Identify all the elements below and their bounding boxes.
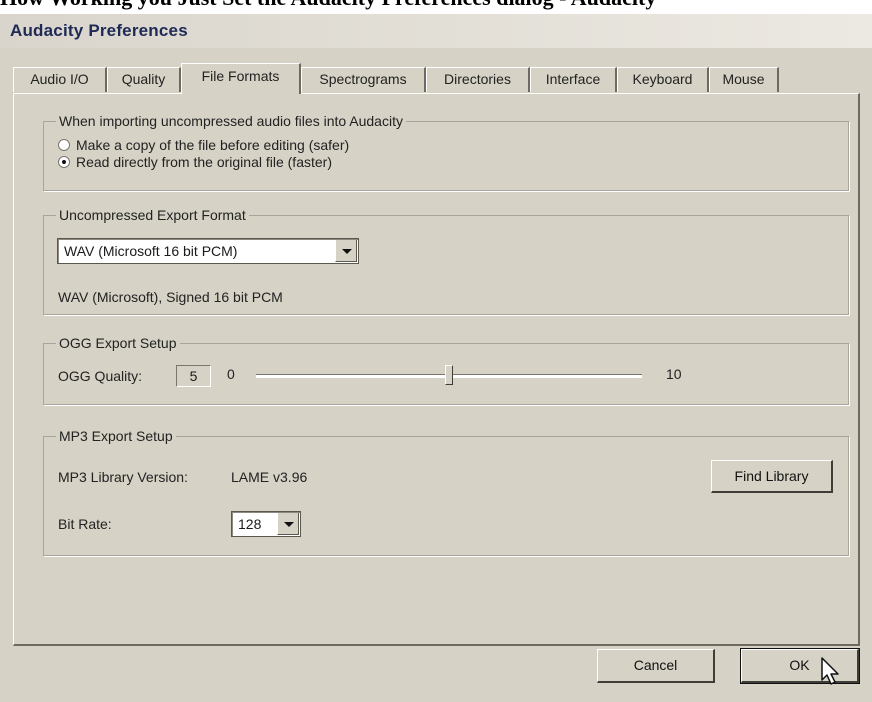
uncompressed-export-title: Uncompressed Export Format: [56, 206, 249, 224]
export-format-description: WAV (Microsoft), Signed 16 bit PCM: [58, 289, 283, 305]
dialog-title: Audacity Preferences: [10, 21, 188, 40]
chevron-down-icon[interactable]: [277, 513, 299, 535]
title-bar[interactable]: Audacity Preferences: [0, 14, 872, 48]
tab-mouse[interactable]: Mouse: [709, 67, 779, 92]
mp3-library-label: MP3 Library Version:: [58, 469, 188, 485]
read-directly-option[interactable]: Read directly from the original file (fa…: [58, 154, 332, 170]
slider-thumb[interactable]: [445, 365, 453, 385]
ogg-quality-max: 10: [666, 366, 682, 382]
mp3-export-group: MP3 Export Setup MP3 Library Version: LA…: [43, 427, 849, 556]
copy-file-option[interactable]: Make a copy of the file before editing (…: [58, 137, 349, 153]
tab-file-formats[interactable]: File Formats: [181, 63, 301, 94]
import-group: When importing uncompressed audio files …: [43, 112, 849, 191]
copy-file-label: Make a copy of the file before editing (…: [76, 137, 350, 153]
export-format-select[interactable]: WAV (Microsoft 16 bit PCM): [57, 238, 359, 264]
mouse-pointer-icon: [821, 657, 839, 685]
cancel-button[interactable]: Cancel: [597, 649, 715, 683]
bitrate-value: 128: [238, 516, 262, 532]
preferences-dialog: Audacity Preferences Audio I/O Quality F…: [0, 13, 872, 702]
bitrate-label: Bit Rate:: [58, 516, 112, 532]
tab-directories[interactable]: Directories: [426, 67, 530, 92]
import-group-title: When importing uncompressed audio files …: [56, 112, 406, 130]
read-directly-label: Read directly from the original file (fa…: [76, 154, 332, 170]
page-caption: How Working you Just Set the Audacity Pr…: [0, 0, 872, 10]
chevron-down-icon[interactable]: [335, 240, 357, 262]
export-format-value: WAV (Microsoft 16 bit PCM): [64, 243, 238, 259]
ogg-quality-slider[interactable]: [256, 360, 642, 390]
bitrate-select[interactable]: 128: [231, 511, 301, 537]
mp3-export-title: MP3 Export Setup: [56, 427, 176, 445]
tab-interface[interactable]: Interface: [530, 67, 617, 92]
ogg-quality-label: OGG Quality:: [58, 368, 143, 384]
ogg-export-group: OGG Export Setup OGG Quality: 5 0 10: [43, 334, 849, 405]
ogg-quality-min: 0: [227, 366, 235, 382]
tab-audio-io[interactable]: Audio I/O: [13, 67, 107, 92]
tab-keyboard[interactable]: Keyboard: [617, 67, 709, 92]
ogg-quality-value: 5: [176, 365, 211, 387]
mp3-library-version: LAME v3.96: [231, 469, 308, 485]
find-library-button[interactable]: Find Library: [711, 460, 833, 493]
ogg-export-title: OGG Export Setup: [56, 334, 180, 352]
uncompressed-export-group: Uncompressed Export Format WAV (Microsof…: [43, 206, 849, 315]
read-directly-radio[interactable]: [58, 156, 70, 168]
file-formats-panel: When importing uncompressed audio files …: [13, 93, 860, 646]
tab-quality[interactable]: Quality: [107, 67, 181, 92]
copy-file-radio[interactable]: [58, 139, 70, 151]
tab-spectrograms[interactable]: Spectrograms: [301, 67, 426, 92]
